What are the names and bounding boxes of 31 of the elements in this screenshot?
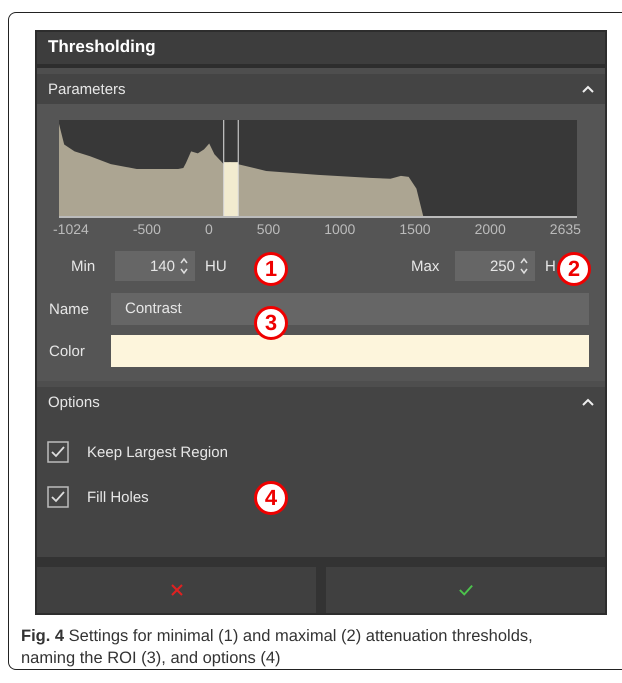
section-header: Options bbox=[48, 394, 100, 410]
name-label: Name bbox=[49, 300, 90, 318]
section-header: Parameters bbox=[48, 80, 126, 98]
axis-label: 1500 bbox=[399, 221, 431, 237]
unit-label: H bbox=[545, 258, 557, 274]
axis-label: 2000 bbox=[474, 221, 506, 237]
unit-label: HU bbox=[205, 258, 228, 274]
axis-label: 500 bbox=[256, 221, 280, 237]
max-spinbox[interactable]: 250 bbox=[455, 251, 535, 281]
axis-label: 1000 bbox=[324, 221, 356, 237]
checkbox-label: Keep Largest Region bbox=[87, 444, 228, 460]
checkmark-icon bbox=[458, 584, 472, 596]
axis-label: -500 bbox=[132, 221, 161, 237]
collapse-icon[interactable] bbox=[582, 85, 594, 93]
figure-caption: Fig. 4 Settings for minimal (1) and maximal (2) attenuation thresholds, naming the ROI (3), and options (4) bbox=[21, 626, 534, 670]
checkbox[interactable] bbox=[47, 441, 69, 463]
stepper-icon[interactable] bbox=[179, 255, 189, 277]
panel-title: Thresholding bbox=[37, 32, 605, 68]
checkbox-label: Fill Holes bbox=[87, 488, 149, 506]
min-spinbox[interactable]: 140 bbox=[115, 251, 195, 281]
max-label: Max bbox=[411, 258, 440, 274]
axis-label: -1024 bbox=[53, 221, 89, 237]
checkbox[interactable] bbox=[47, 486, 69, 508]
min-label: Min bbox=[71, 258, 96, 274]
close-icon bbox=[170, 584, 184, 596]
stepper-icon[interactable] bbox=[519, 255, 529, 277]
color-swatch[interactable] bbox=[111, 335, 589, 367]
axis-label: 0 bbox=[204, 221, 213, 237]
color-label: Color bbox=[49, 342, 86, 360]
collapse-icon[interactable] bbox=[582, 398, 594, 406]
axis-label: 2635 bbox=[550, 221, 581, 237]
